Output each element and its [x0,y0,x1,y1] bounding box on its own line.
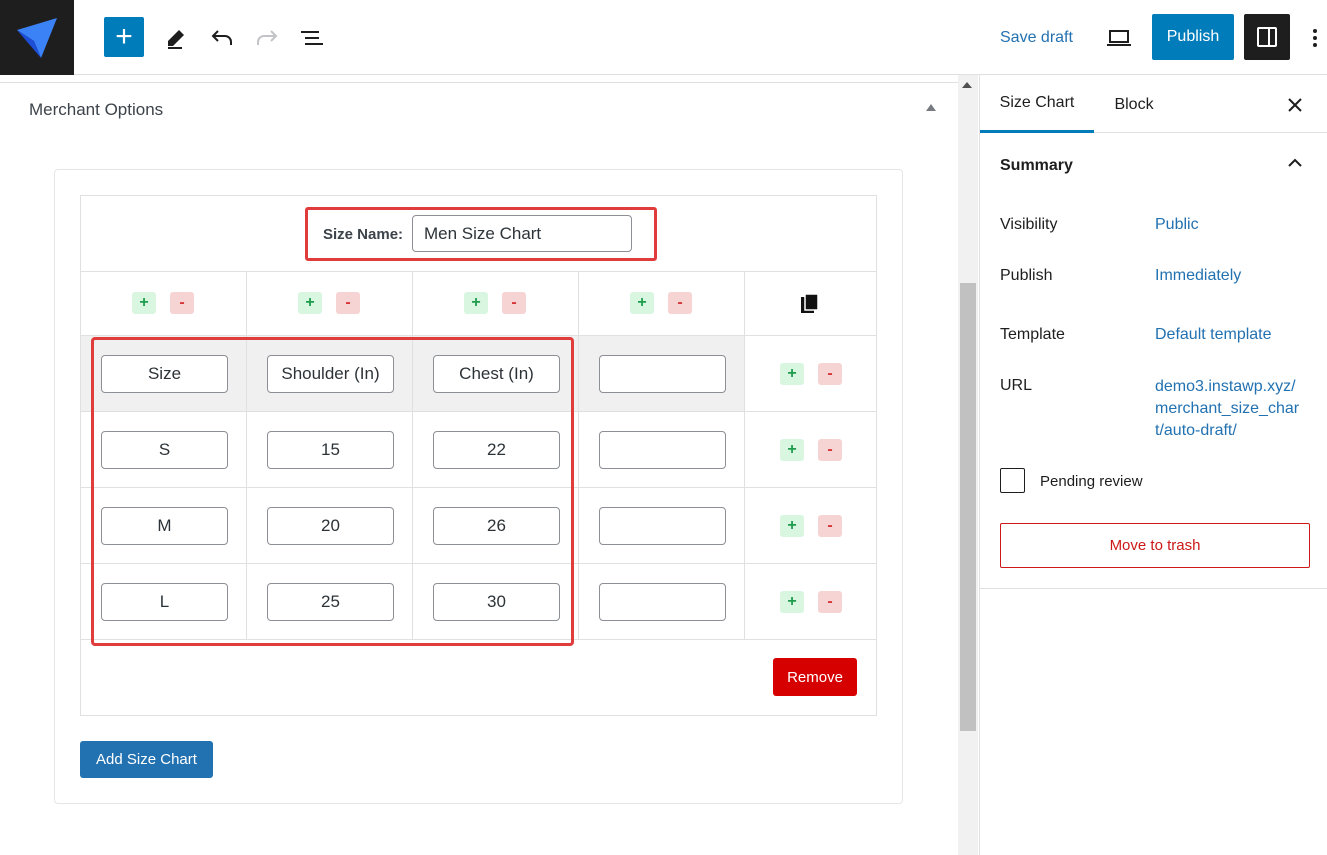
add-row-button[interactable]: + [780,439,804,461]
add-size-chart-button[interactable]: Add Size Chart [80,741,213,778]
divider [0,82,958,83]
url-value[interactable]: demo3.instawp.xyz/merchant_size_chart/au… [1155,376,1305,442]
remove-column-button[interactable]: - [336,292,360,314]
scrollbar-thumb[interactable] [960,283,976,731]
add-block-button[interactable]: + [104,17,144,57]
template-label: Template [1000,326,1065,343]
redo-icon [257,30,278,45]
cell-input[interactable] [599,355,726,393]
publish-label: Publish [1000,267,1053,284]
cell-input[interactable] [599,583,726,621]
column-divider [744,272,745,639]
template-value[interactable]: Default template [1155,326,1272,344]
undo-icon [211,30,232,45]
pending-review-label[interactable]: Pending review [1040,473,1143,490]
options-button[interactable] [1303,22,1327,54]
url-label: URL [1000,377,1033,394]
redo-button[interactable] [251,22,283,54]
site-logo[interactable] [0,0,74,75]
copy-icon[interactable] [800,293,820,315]
more-vertical-icon [1313,29,1317,47]
remove-row-button[interactable]: - [818,363,842,385]
settings-sidebar [979,75,1327,855]
remove-column-button[interactable]: - [668,292,692,314]
column-divider [578,272,579,639]
row-divider [81,335,876,336]
settings-button[interactable] [1244,14,1290,60]
add-column-button[interactable]: + [132,292,156,314]
laptop-icon [1107,30,1131,46]
remove-row-button[interactable]: - [818,439,842,461]
add-row-button[interactable]: + [780,515,804,537]
collapse-caret-icon[interactable] [926,104,936,111]
scroll-up-arrow-icon[interactable] [962,82,972,88]
sidebar-toggle-icon [1257,27,1277,47]
remove-row-button[interactable]: - [818,515,842,537]
add-row-button[interactable]: + [780,591,804,613]
add-column-button[interactable]: + [298,292,322,314]
tab-size-chart[interactable]: Size Chart [980,76,1094,133]
undo-button[interactable] [206,22,238,54]
list-view-icon [301,31,323,45]
publish-value[interactable]: Immediately [1155,267,1241,285]
visibility-label: Visibility [1000,216,1058,233]
add-column-button[interactable]: + [464,292,488,314]
paper-plane-logo-icon [17,17,57,58]
preview-button[interactable] [1103,22,1135,54]
publish-button[interactable]: Publish [1152,14,1234,60]
remove-column-button[interactable]: - [502,292,526,314]
document-overview-button[interactable] [296,22,328,54]
highlight-box [305,207,657,261]
chevron-up-icon[interactable] [1286,156,1304,170]
plus-icon: + [115,20,133,53]
tab-block[interactable]: Block [1094,76,1174,133]
move-to-trash-button[interactable]: Move to trash [1000,523,1310,568]
tools-button[interactable] [160,22,192,54]
divider [980,588,1327,589]
cell-input[interactable] [599,507,726,545]
pencil-icon [168,30,184,49]
visibility-value[interactable]: Public [1155,216,1199,234]
save-draft-button[interactable]: Save draft [994,20,1079,56]
summary-panel-title[interactable]: Summary [1000,157,1073,175]
add-row-button[interactable]: + [780,363,804,385]
remove-chart-button[interactable]: Remove [773,658,857,696]
close-icon[interactable] [1283,93,1307,117]
pending-review-checkbox[interactable] [1000,468,1025,493]
remove-column-button[interactable]: - [170,292,194,314]
cell-input[interactable] [599,431,726,469]
add-column-button[interactable]: + [630,292,654,314]
highlight-box [91,337,574,646]
remove-row-button[interactable]: - [818,591,842,613]
merchant-options-title: Merchant Options [29,100,164,119]
